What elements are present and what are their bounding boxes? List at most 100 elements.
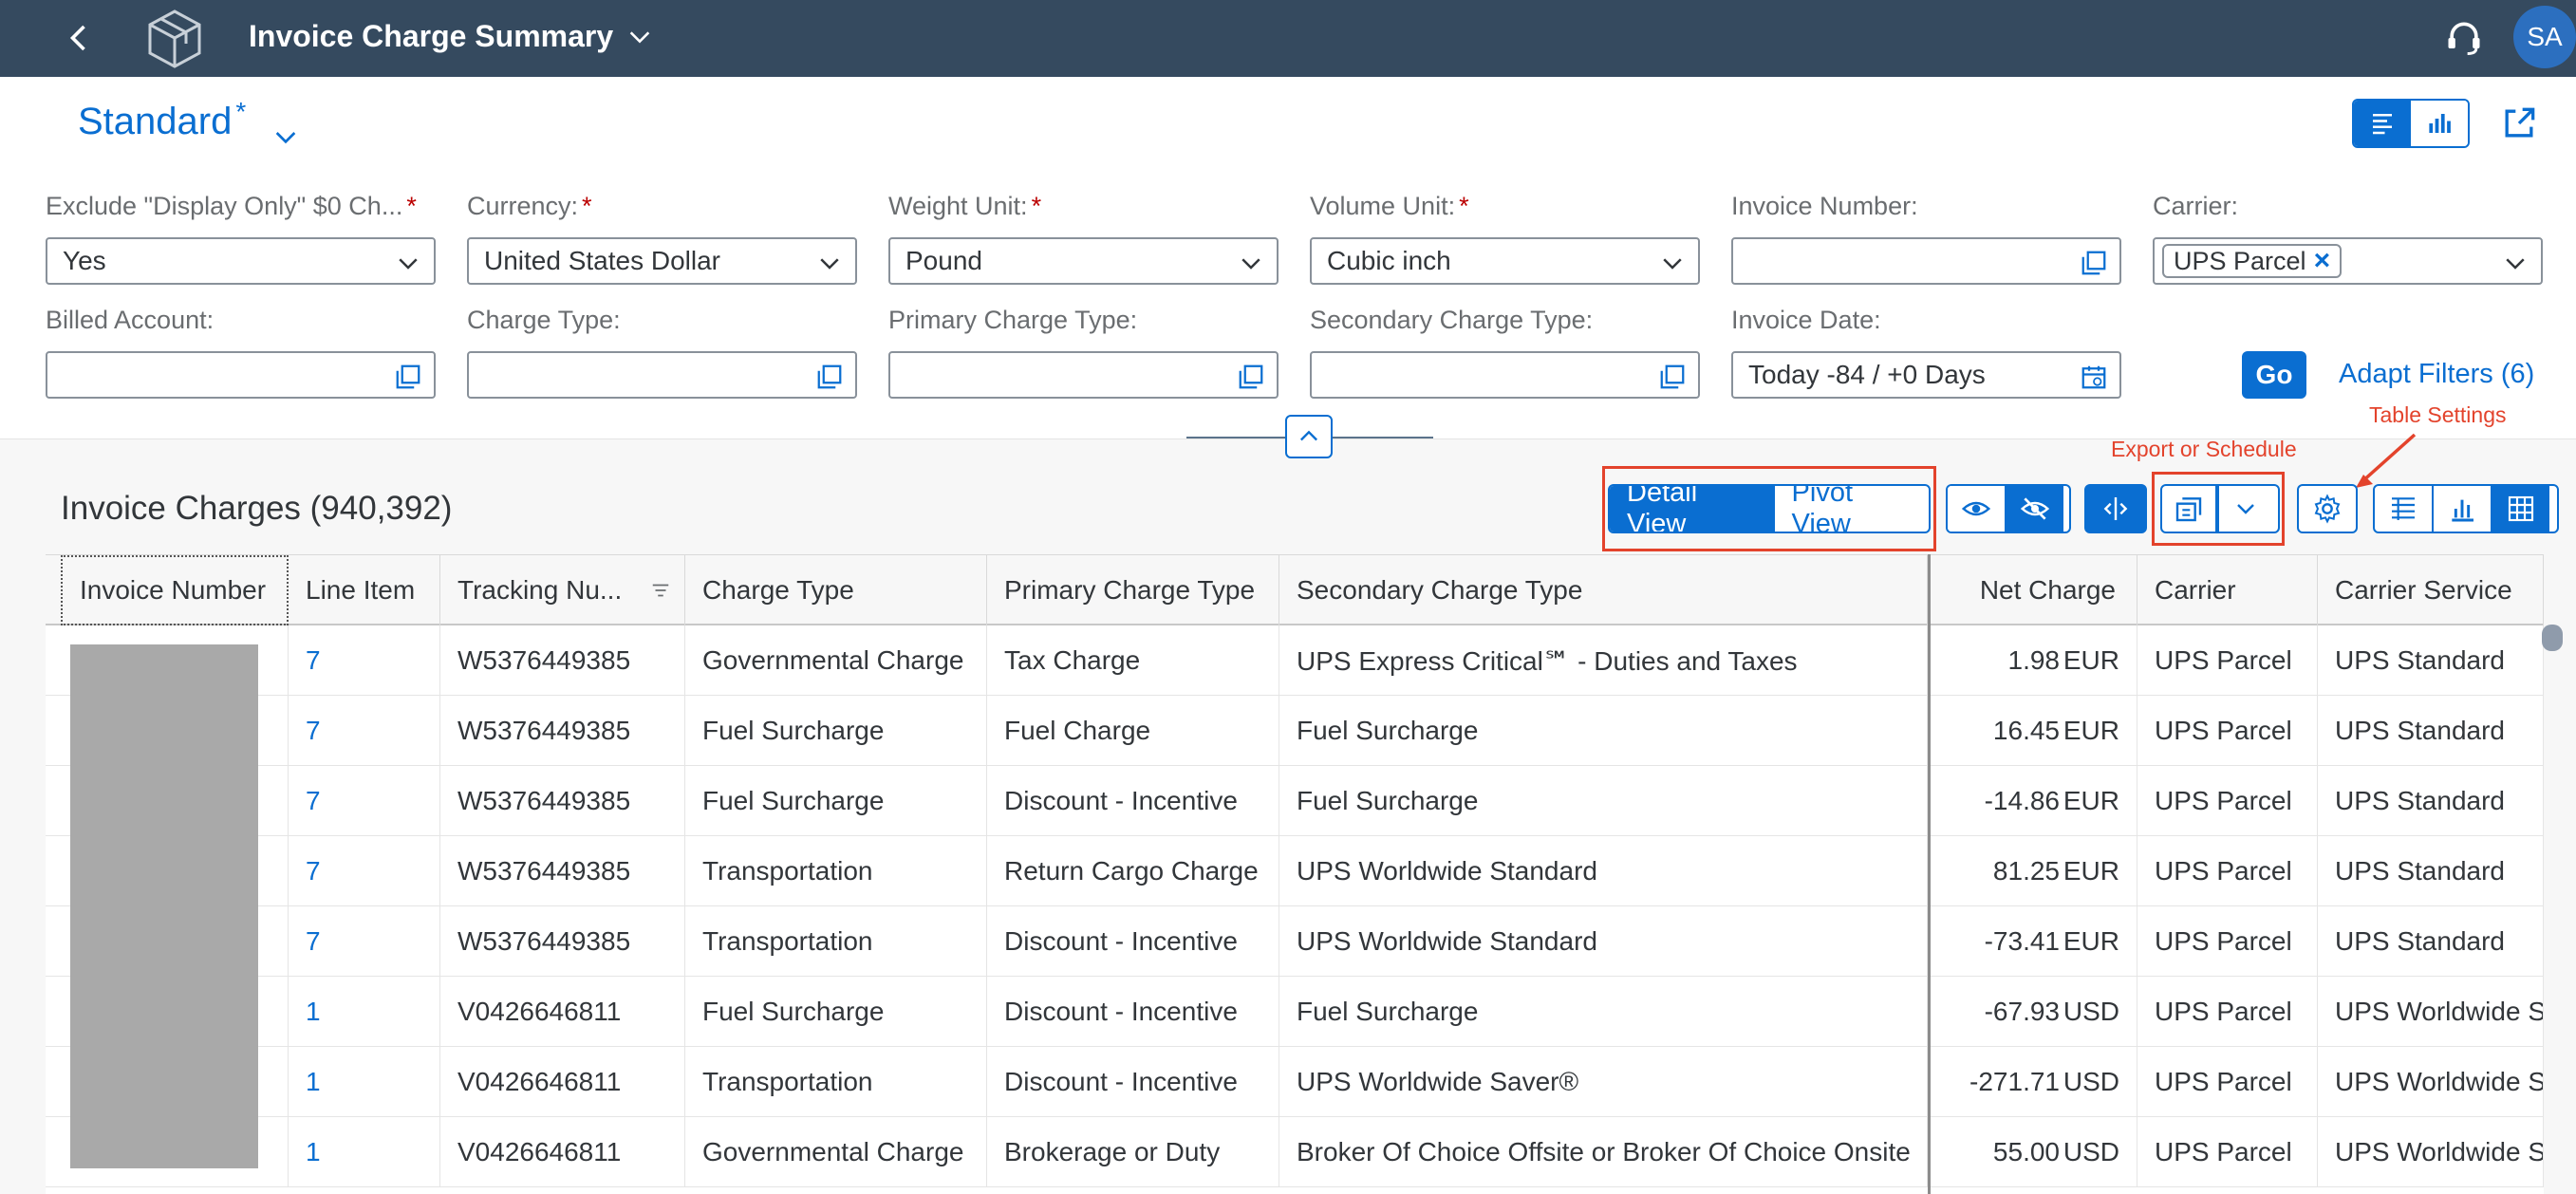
token-remove-icon[interactable]: × [2314, 247, 2331, 275]
cell-line-item[interactable]: 7 [289, 625, 440, 696]
cell-primary-charge-type: Return Cargo Charge [987, 836, 1279, 906]
cell-line-item[interactable]: 1 [289, 1117, 440, 1187]
weight-unit-select[interactable]: Pound [888, 237, 1279, 285]
cell-carrier-service: UPS Worldwide S [2318, 977, 2544, 1047]
column-header-tracking-number[interactable]: Tracking Nu... [440, 555, 685, 625]
billed-account-input[interactable] [46, 351, 436, 399]
invoice-date-range-input[interactable]: Today -84 / +0 Days [1731, 351, 2121, 399]
pivot-view-button[interactable]: Pivot View [1772, 486, 1929, 532]
column-header-text: Tracking Nu... [457, 575, 623, 605]
column-header-net-charge[interactable]: Net Charge [1931, 555, 2137, 625]
cell-carrier-service: UPS Standard [2318, 696, 2544, 766]
exclude-display-only-select[interactable]: Yes [46, 237, 436, 285]
table-view-button[interactable] [2375, 486, 2432, 532]
app-title[interactable]: Invoice Charge Summary [249, 19, 653, 54]
cell-line-item[interactable]: 7 [289, 766, 440, 836]
cell-carrier: UPS Parcel [2137, 836, 2318, 906]
cell-net-charge: -271.71 [1969, 1067, 2060, 1096]
grid-view-button[interactable] [2491, 486, 2549, 532]
table-row[interactable]: 7 W5376449385 Fuel Surcharge Fuel Charge Fue… [46, 696, 2544, 766]
column-header-carrier-service[interactable]: Carrier Service [2318, 555, 2544, 625]
cell-carrier-service: UPS Standard [2318, 625, 2544, 696]
table-row[interactable]: 7 W5376449385 Transportation Discount - Inc… [46, 906, 2544, 977]
table-row[interactable]: 1 V0426646811 Governmental Charge Brokerage… [46, 1117, 2544, 1187]
visibility-toggle [1946, 484, 2071, 533]
cell-primary-charge-type: Discount - Incentive [987, 1047, 1279, 1117]
show-button[interactable] [1948, 486, 2005, 532]
eye-icon [1961, 501, 1991, 516]
cell-carrier-service: UPS Worldwide S [2318, 1117, 2544, 1187]
export-dropdown-button[interactable] [2217, 486, 2272, 532]
help-headset-icon[interactable] [2443, 17, 2485, 59]
required-marker: * [1031, 192, 1042, 220]
table-row[interactable]: 7 W5376449385 Fuel Surcharge Discount - Inc… [46, 766, 2544, 836]
chevron-down-icon [2237, 504, 2254, 514]
cell-carrier: UPS Parcel [2137, 766, 2318, 836]
collapse-header-button[interactable] [1285, 415, 1333, 458]
chevron-down-icon [275, 132, 296, 144]
column-header-carrier[interactable]: Carrier [2137, 555, 2318, 625]
cell-line-item[interactable]: 1 [289, 1047, 440, 1117]
cell-line-item[interactable]: 7 [289, 836, 440, 906]
chevron-down-icon [1241, 258, 1260, 270]
cell-net-charge: 55.00 [1992, 1137, 2060, 1166]
cell-currency: USD [2060, 1117, 2137, 1187]
tree-table-icon [2392, 497, 2415, 520]
volume-unit-select[interactable]: Cubic inch [1310, 237, 1700, 285]
back-arrow-icon[interactable] [63, 21, 97, 55]
table-row[interactable]: 7 W5376449385 Transportation Return Cargo C… [46, 836, 2544, 906]
column-header-line-item[interactable]: Line Item [289, 555, 440, 625]
table-row[interactable]: 1 V0426646811 Transportation Discount - Inc… [46, 1047, 2544, 1117]
visual-filter-button[interactable] [2411, 101, 2468, 146]
value-help-icon[interactable] [815, 363, 844, 391]
carrier-multi-select[interactable]: UPS Parcel × [2153, 237, 2543, 285]
avatar[interactable]: SA [2513, 6, 2576, 68]
cell-line-item[interactable]: 1 [289, 977, 440, 1047]
adapt-filters-link[interactable]: Adapt Filters (6) [2339, 359, 2534, 390]
header-layout-icon [2373, 114, 2392, 135]
secondary-charge-type-input[interactable] [1310, 351, 1700, 399]
cell-line-item[interactable]: 7 [289, 696, 440, 766]
split-view-button[interactable] [2084, 484, 2147, 533]
go-button[interactable]: Go [2242, 351, 2306, 399]
column-header-charge-type[interactable]: Charge Type [685, 555, 987, 625]
cell-net-charge: 16.45 [1992, 716, 2060, 745]
value-help-icon[interactable] [2080, 249, 2108, 277]
calendar-icon[interactable] [2080, 363, 2108, 391]
detail-view-button[interactable]: Detail View [1610, 486, 1773, 532]
carrier-token[interactable]: UPS Parcel × [2162, 244, 2343, 278]
filter-label-text: Exclude "Display Only" $0 Ch... [46, 192, 403, 220]
value-help-icon[interactable] [1237, 363, 1265, 391]
vertical-scrollbar[interactable] [2542, 625, 2563, 651]
table-row[interactable]: 7 W5376449385 Governmental Charge Tax Charg… [46, 625, 2544, 696]
table-row[interactable]: 1 V0426646811 Fuel Surcharge Discount - Inc… [46, 977, 2544, 1047]
cell-net-charge: -14.86 [1984, 786, 2060, 815]
value-help-icon[interactable] [1658, 363, 1687, 391]
filter-label-text: Volume Unit: [1310, 192, 1456, 220]
column-header-invoice-number[interactable]: Invoice Number [61, 555, 289, 625]
charge-type-input[interactable] [467, 351, 857, 399]
cell-tracking-number: V0426646811 [440, 977, 685, 1047]
hide-button[interactable] [2005, 486, 2063, 532]
cell-secondary-charge-type: Fuel Surcharge [1279, 766, 1928, 836]
export-button[interactable] [2162, 486, 2217, 532]
column-header-secondary-charge-type[interactable]: Secondary Charge Type [1279, 555, 1928, 625]
share-icon[interactable] [2498, 103, 2540, 144]
compact-header-button[interactable] [2354, 101, 2411, 146]
shell-bar: Invoice Charge Summary SA [0, 0, 2576, 77]
cell-tracking-number: W5376449385 [440, 625, 685, 696]
invoice-number-input[interactable] [1731, 237, 2121, 285]
filter-label-charge-type: Charge Type: [467, 306, 621, 334]
value-help-icon[interactable] [394, 363, 422, 391]
primary-charge-type-input[interactable] [888, 351, 1279, 399]
filter-label-invoice-number: Invoice Number: [1731, 192, 1918, 220]
currency-select[interactable]: United States Dollar [467, 237, 857, 285]
column-header-primary-charge-type[interactable]: Primary Charge Type [987, 555, 1279, 625]
variant-selector[interactable]: Standard * [78, 97, 301, 152]
cell-carrier: UPS Parcel [2137, 696, 2318, 766]
cell-charge-type: Transportation [685, 1047, 987, 1117]
chart-view-button[interactable] [2432, 486, 2491, 532]
cell-line-item[interactable]: 7 [289, 906, 440, 977]
cell-carrier-service: UPS Worldwide S [2318, 1047, 2544, 1117]
table-settings-button[interactable] [2297, 484, 2358, 533]
